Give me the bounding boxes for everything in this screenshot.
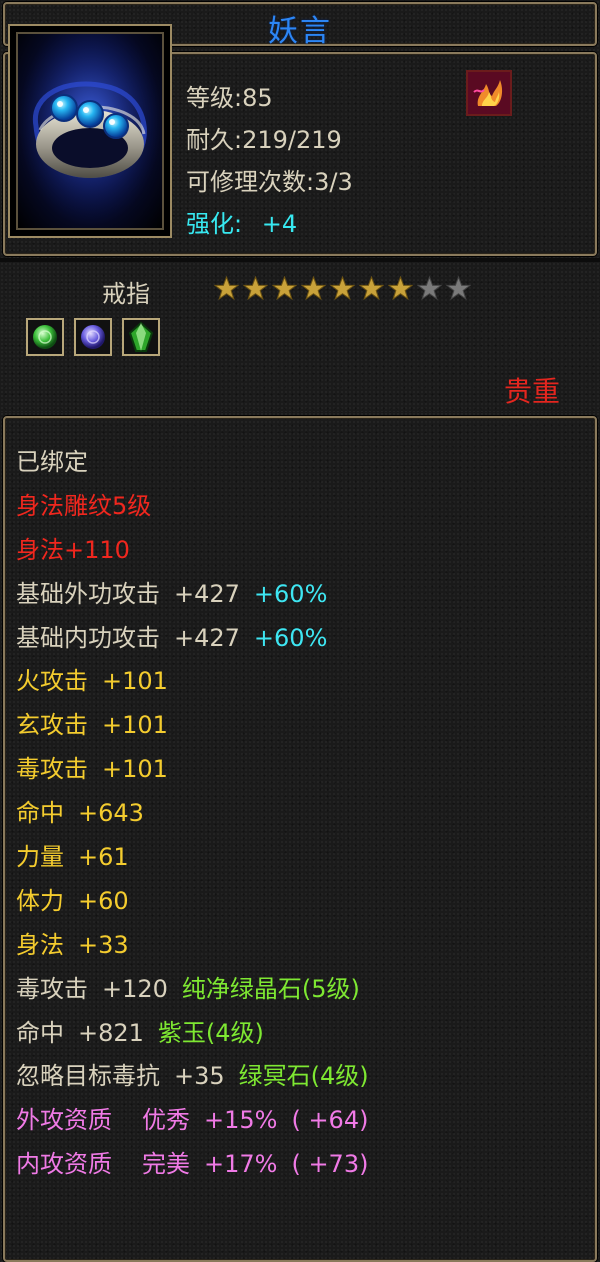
attribute-name: 毒攻击 bbox=[16, 755, 88, 784]
green-crystal-icon[interactable] bbox=[122, 318, 160, 356]
attribute-row: 力量 +61 bbox=[16, 839, 586, 883]
attribute-row: 基础外功攻击 +427 +60% bbox=[16, 576, 586, 620]
attribute-row: 基础内功攻击 +427 +60% bbox=[16, 620, 586, 664]
attribute-row: 体力 +60 bbox=[16, 883, 586, 927]
attribute-value: +101 bbox=[102, 755, 168, 784]
attribute-bonus: ( +73) bbox=[291, 1150, 369, 1179]
star-filled-icon bbox=[359, 276, 384, 301]
attribute-value: +33 bbox=[78, 930, 129, 959]
attribute-row: 身法 +33 bbox=[16, 927, 586, 971]
attribute-value: +35 bbox=[174, 1062, 225, 1091]
star-filled-icon bbox=[330, 276, 355, 301]
attribute-value: +427 bbox=[174, 623, 240, 652]
level-stat: 等级:85 bbox=[186, 84, 273, 112]
attribute-extra: 紫玉(4级) bbox=[157, 1018, 264, 1047]
attribute-value: +17% bbox=[204, 1150, 278, 1179]
item-icon-frame[interactable] bbox=[8, 24, 172, 238]
attribute-row: 毒攻击 +101 bbox=[16, 751, 586, 795]
attribute-row: 命中 +643 bbox=[16, 795, 586, 839]
attribute-name: 力量 bbox=[16, 843, 64, 872]
attribute-name: 火攻击 bbox=[16, 667, 88, 696]
attribute-row: 忽略目标毒抗 +35 绿冥石(4级) bbox=[16, 1058, 586, 1102]
attribute-value: +15% bbox=[204, 1106, 278, 1135]
attribute-extra: +60% bbox=[253, 623, 328, 652]
repair-count-stat: 可修理次数:3/3 bbox=[186, 168, 353, 196]
attribute-row: 身法雕纹5级 bbox=[16, 488, 586, 532]
attribute-name: 命中 bbox=[16, 799, 64, 828]
attribute-row: 已绑定 bbox=[16, 444, 586, 488]
attribute-name: 基础内功攻击 bbox=[16, 623, 160, 652]
attribute-extra: 绿冥石(4级) bbox=[238, 1062, 369, 1091]
star-empty-icon bbox=[446, 276, 471, 301]
attribute-name: 体力 bbox=[16, 886, 64, 915]
star-filled-icon bbox=[243, 276, 268, 301]
attribute-list: 已绑定 身法雕纹5级 身法+110 基础外功攻击 +427 +60% 基础内功攻击 +427 +… bbox=[16, 444, 586, 1190]
attribute-value: +120 bbox=[102, 974, 168, 1003]
attribute-name: 身法+110 bbox=[16, 535, 130, 564]
attribute-name: 命中 bbox=[16, 1018, 64, 1047]
attribute-grade: 优秀 bbox=[142, 1106, 190, 1135]
attribute-name: 毒攻击 bbox=[16, 974, 88, 1003]
star-filled-icon bbox=[272, 276, 297, 301]
attribute-bonus: ( +64) bbox=[291, 1106, 369, 1135]
item-rarity: 贵重 bbox=[503, 375, 560, 408]
attribute-name: 外攻资质 bbox=[16, 1106, 112, 1135]
attribute-name: 身法 bbox=[16, 930, 64, 959]
attribute-value: +101 bbox=[102, 667, 168, 696]
attribute-row: 毒攻击 +120 纯净绿晶石(5级) bbox=[16, 971, 586, 1015]
green-gem-icon[interactable] bbox=[26, 318, 64, 356]
attribute-extra: +60% bbox=[253, 579, 328, 608]
attribute-row: 身法+110 bbox=[16, 532, 586, 576]
attribute-value: +101 bbox=[102, 711, 168, 740]
attribute-name: 身法雕纹5级 bbox=[16, 491, 152, 520]
attribute-name: 基础外功攻击 bbox=[16, 579, 160, 608]
star-filled-icon bbox=[214, 276, 239, 301]
star-empty-icon bbox=[417, 276, 442, 301]
attribute-grade: 完美 bbox=[142, 1150, 190, 1179]
attribute-name: 玄攻击 bbox=[16, 711, 88, 740]
attribute-value: +643 bbox=[78, 799, 144, 828]
item-type: 戒指 bbox=[102, 280, 150, 308]
attribute-row: 外攻资质 优秀 +15% ( +64) bbox=[16, 1102, 586, 1146]
enhance-value: +4 bbox=[261, 210, 298, 238]
star-rating bbox=[214, 276, 471, 301]
purple-gem-icon[interactable] bbox=[74, 318, 112, 356]
attribute-value: +60 bbox=[78, 886, 129, 915]
jeweled-ring-icon bbox=[16, 32, 164, 230]
attribute-name: 忽略目标毒抗 bbox=[16, 1062, 160, 1091]
attribute-extra: 纯净绿晶石(5级) bbox=[181, 974, 360, 1003]
attribute-row: 命中 +821 紫玉(4级) bbox=[16, 1015, 586, 1059]
star-filled-icon bbox=[388, 276, 413, 301]
durability-stat: 耐久:219/219 bbox=[186, 126, 342, 154]
attribute-row: 玄攻击 +101 bbox=[16, 707, 586, 751]
attribute-name: 内攻资质 bbox=[16, 1150, 112, 1179]
star-filled-icon bbox=[301, 276, 326, 301]
flame-badge-icon[interactable] bbox=[466, 70, 512, 116]
attribute-value: +61 bbox=[78, 843, 129, 872]
attribute-name: 已绑定 bbox=[16, 448, 88, 476]
attribute-row: 火攻击 +101 bbox=[16, 663, 586, 707]
enhance-stat: 强化: +4 bbox=[186, 204, 297, 239]
attribute-value: +821 bbox=[78, 1018, 144, 1047]
enhance-label: 强化: bbox=[186, 210, 243, 238]
gem-sockets bbox=[26, 318, 160, 356]
attribute-value: +427 bbox=[174, 579, 240, 608]
attribute-row: 内攻资质 完美 +17% ( +73) bbox=[16, 1146, 586, 1190]
